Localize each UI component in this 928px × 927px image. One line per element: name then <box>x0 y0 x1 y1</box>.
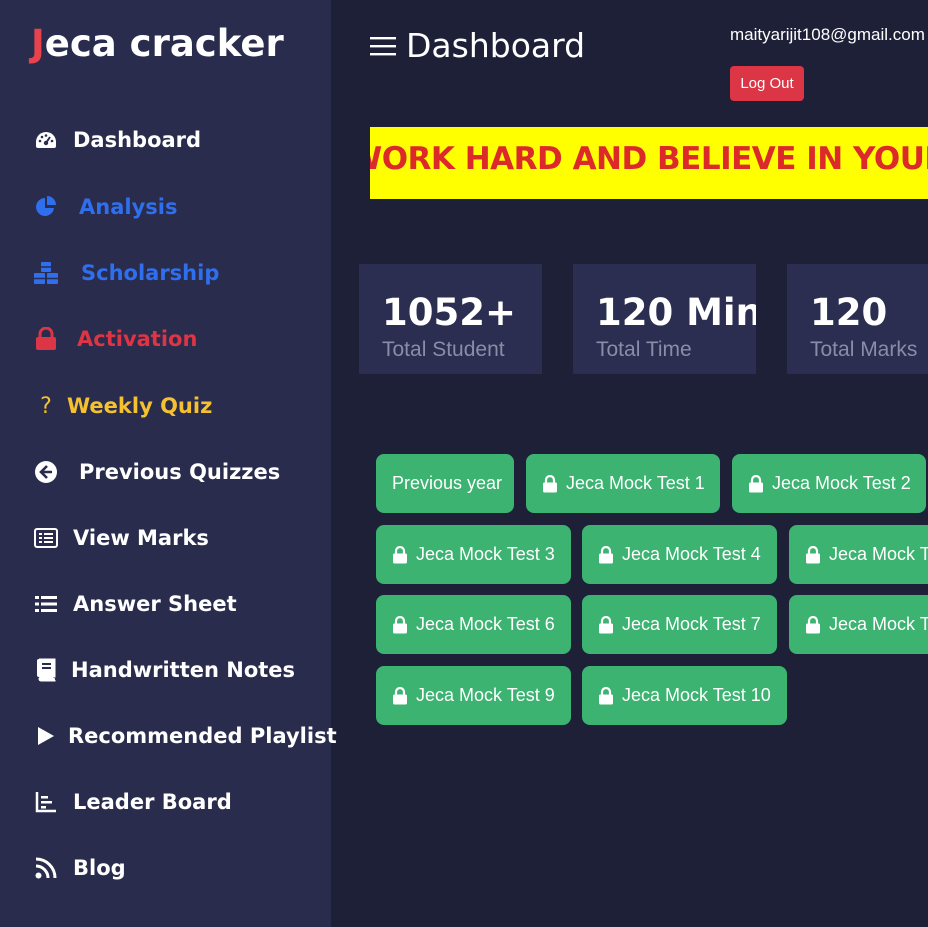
lock-icon <box>392 615 408 634</box>
sidebar-item-analysis[interactable]: Analysis <box>33 187 177 227</box>
sidebar-item-label: Answer Sheet <box>73 592 237 616</box>
test-button-label: Jeca Mock Test 2 <box>772 473 911 493</box>
sidebar: Jeca cracker Dashboard Analysis Scholars… <box>0 0 337 927</box>
test-button-label: Jeca Mock Test 4 <box>622 544 761 564</box>
sidebar-item-label: Handwritten Notes <box>71 658 296 682</box>
pie-chart-icon <box>33 194 59 220</box>
brand-first-letter: J <box>31 22 45 65</box>
sidebar-item-blog[interactable]: Blog <box>33 848 126 888</box>
list-alt-icon <box>33 525 59 551</box>
mock-test-8-button[interactable]: Jeca Mock Test 8 <box>789 595 928 654</box>
brand-logo[interactable]: Jeca cracker <box>31 22 284 65</box>
stat-value: 1052+ <box>382 291 516 334</box>
sidebar-item-activation[interactable]: Activation <box>33 319 197 359</box>
lock-icon <box>598 545 614 564</box>
sidebar-item-leader-board[interactable]: Leader Board <box>33 782 232 822</box>
user-email: maityarijit108@gmail.com <box>730 25 925 44</box>
sidebar-item-label: Activation <box>77 327 198 351</box>
sidebar-item-handwritten-notes[interactable]: Handwritten Notes <box>33 650 295 690</box>
stat-card-marks: 120 Total Marks <box>787 264 928 374</box>
page-title-text: Dashboard <box>406 26 586 65</box>
sidebar-item-label: Weekly Quiz <box>67 394 213 418</box>
sidebar-item-weekly-quiz[interactable]: ? Weekly Quiz <box>33 386 212 426</box>
test-button-label: Jeca Mock Test 8 <box>829 614 928 634</box>
arrow-circle-left-icon <box>33 459 59 485</box>
stat-value: 120 <box>810 291 888 334</box>
sidebar-item-answer-sheet[interactable]: Answer Sheet <box>33 584 237 624</box>
page-title: Dashboard <box>370 26 585 65</box>
stat-label: Total Time <box>596 338 692 361</box>
sidebar-item-dashboard[interactable]: Dashboard <box>33 120 201 160</box>
test-button-label: Jeca Mock Test 9 <box>416 685 555 705</box>
test-button-label: Jeca Mock Test 6 <box>416 614 555 634</box>
mock-test-2-button[interactable]: Jeca Mock Test 2 <box>732 454 926 513</box>
lock-icon <box>598 615 614 634</box>
sidebar-item-label: Previous Quizzes <box>79 460 281 484</box>
lock-icon <box>392 686 408 705</box>
sidebar-item-label: Analysis <box>79 195 178 219</box>
mock-test-9-button[interactable]: Jeca Mock Test 9 <box>376 666 571 725</box>
lock-icon <box>598 686 614 705</box>
sidebar-item-previous-quizzes[interactable]: Previous Quizzes <box>33 452 280 492</box>
test-button-label: Jeca Mock Test 10 <box>622 685 771 705</box>
stat-card-time: 120 Min Total Time <box>573 264 756 374</box>
motivation-banner: WORK HARD AND BELIEVE IN YOURSELF <box>370 127 928 199</box>
test-button-label: Jeca Mock Test 5 <box>829 544 928 564</box>
lock-icon <box>805 615 821 634</box>
stat-label: Total Student <box>382 338 505 361</box>
lock-icon <box>805 545 821 564</box>
lock-icon <box>748 474 764 493</box>
brand-name: eca cracker <box>44 22 284 65</box>
play-icon <box>33 723 59 749</box>
mock-test-3-button[interactable]: Jeca Mock Test 3 <box>376 525 571 584</box>
mock-test-1-button[interactable]: Jeca Mock Test 1 <box>526 454 720 513</box>
banner-text: WORK HARD AND BELIEVE IN YOURSELF <box>370 141 928 177</box>
sidebar-item-label: Dashboard <box>73 128 202 152</box>
sidebar-item-recommended-playlist[interactable]: Recommended Playlist <box>33 716 337 756</box>
rss-icon <box>33 855 59 881</box>
test-button-label: Previous year <box>392 473 503 493</box>
lock-icon <box>33 326 59 352</box>
bar-chart-icon <box>33 789 59 815</box>
book-icon <box>33 657 59 683</box>
mock-test-4-button[interactable]: Jeca Mock Test 4 <box>582 525 777 584</box>
previous-year-button[interactable]: Previous year <box>376 454 514 513</box>
sidebar-item-label: Scholarship <box>81 261 220 285</box>
sidebar-item-label: Leader Board <box>73 790 232 814</box>
list-icon <box>33 591 59 617</box>
sidebar-item-label: Blog <box>73 856 126 880</box>
sidebar-item-label: Recommended Playlist <box>68 724 337 748</box>
mock-test-10-button[interactable]: Jeca Mock Test 10 <box>582 666 787 725</box>
hamburger-menu-icon[interactable] <box>370 34 396 58</box>
question-icon: ? <box>40 393 52 419</box>
mock-test-6-button[interactable]: Jeca Mock Test 6 <box>376 595 571 654</box>
cubes-icon <box>33 260 59 286</box>
lock-icon <box>392 545 408 564</box>
logout-button[interactable]: Log Out <box>730 66 804 101</box>
test-button-label: Jeca Mock Test 1 <box>566 473 705 493</box>
sidebar-item-label: View Marks <box>73 526 209 550</box>
stat-card-students: 1052+ Total Student <box>359 264 542 374</box>
stat-label: Total Marks <box>810 338 918 361</box>
sidebar-item-view-marks[interactable]: View Marks <box>33 518 209 558</box>
test-button-label: Jeca Mock Test 7 <box>622 614 761 634</box>
tachometer-icon <box>33 127 59 153</box>
stat-value: 120 Min <box>596 291 756 334</box>
test-button-label: Jeca Mock Test 3 <box>416 544 555 564</box>
mock-test-5-button[interactable]: Jeca Mock Test 5 <box>789 525 928 584</box>
sidebar-item-scholarship[interactable]: Scholarship <box>33 253 219 293</box>
lock-icon <box>542 474 558 493</box>
mock-test-7-button[interactable]: Jeca Mock Test 7 <box>582 595 777 654</box>
